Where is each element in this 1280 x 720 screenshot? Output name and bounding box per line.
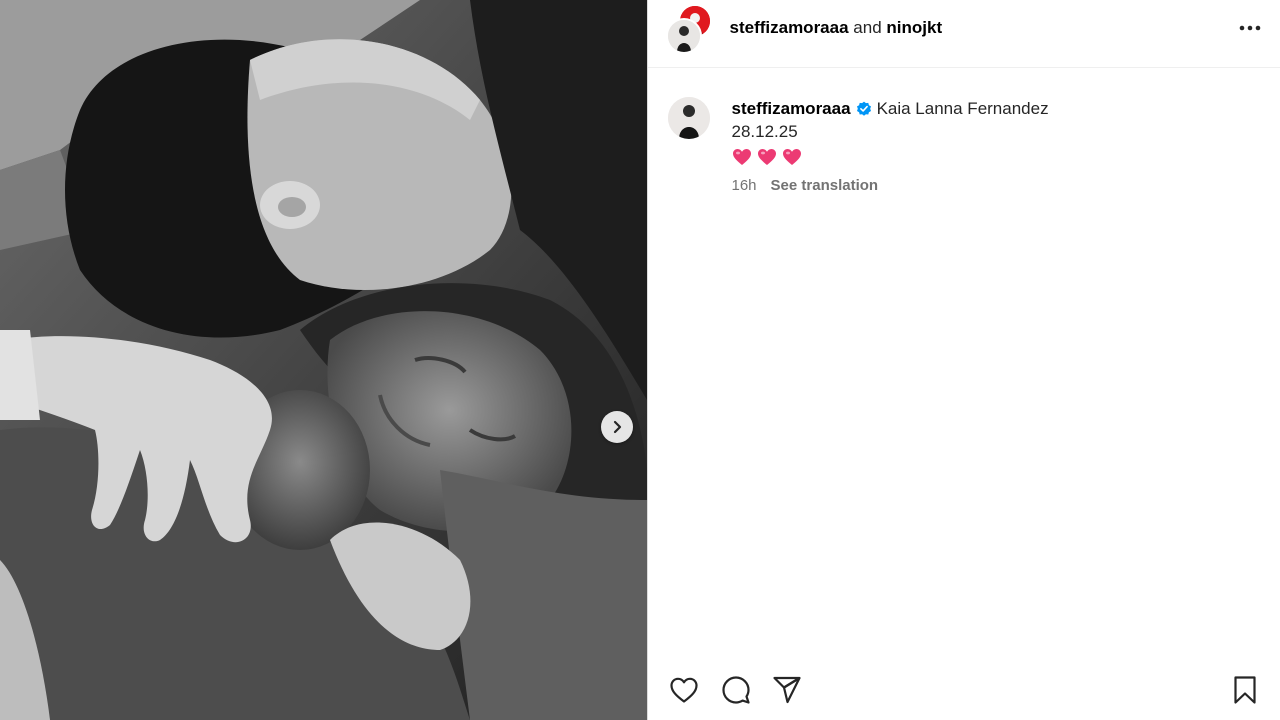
- heart-outline-icon: [669, 677, 698, 703]
- share-icon: [772, 676, 801, 704]
- collab-avatars[interactable]: [665, 6, 712, 54]
- heart-emoji-icon: [732, 149, 751, 165]
- collab-username-1[interactable]: steffizamoraaa: [730, 18, 849, 37]
- avatar-image: [667, 20, 700, 52]
- collab-avatar-1[interactable]: [665, 18, 702, 54]
- collab-username-2[interactable]: ninojkt: [886, 18, 942, 37]
- collab-names: steffizamoraaa and ninojkt: [730, 17, 943, 39]
- bookmark-icon: [1233, 676, 1256, 704]
- caption-emojis: [732, 146, 1252, 168]
- caption-date: 28.12.25: [731, 122, 798, 141]
- and-text: and: [853, 18, 882, 37]
- heart-emoji-icon: [757, 149, 776, 165]
- post-viewer: steffizamoraaa and ninojkt steffizamoraa…: [0, 0, 1280, 720]
- save-button[interactable]: [1229, 674, 1261, 706]
- caption-meta: 16h See translation: [732, 174, 1252, 197]
- caption-body: Kaia Lanna Fernandez: [876, 99, 1049, 118]
- timestamp[interactable]: 16h: [732, 174, 757, 197]
- comment-button[interactable]: [720, 674, 752, 706]
- caption-username[interactable]: steffizamoraaa: [732, 97, 851, 120]
- post-photo: [0, 0, 647, 720]
- avatar-image: [667, 97, 710, 139]
- action-bar: [648, 658, 1280, 720]
- share-button[interactable]: [771, 674, 803, 706]
- caption-text: steffizamoraaa Kaia Lanna Fernandez 28.1…: [732, 97, 1252, 197]
- avatar[interactable]: [667, 97, 710, 139]
- more-options-button[interactable]: [1237, 18, 1263, 38]
- like-button[interactable]: [668, 674, 700, 706]
- post-side-panel: steffizamoraaa and ninojkt steffizamoraa…: [646, 0, 1280, 720]
- heart-emoji-icon: [782, 149, 801, 165]
- chevron-right-icon: [613, 420, 622, 434]
- comment-icon: [721, 676, 750, 704]
- post-header: steffizamoraaa and ninojkt: [647, 0, 1280, 68]
- next-media-button[interactable]: [601, 411, 633, 443]
- see-translation-link[interactable]: See translation: [771, 174, 879, 197]
- verified-badge-icon: [856, 101, 872, 117]
- caption-first-line: steffizamoraaa Kaia Lanna Fernandez: [732, 97, 1252, 120]
- more-horizontal-icon: [1239, 25, 1260, 31]
- post-media[interactable]: [0, 0, 647, 720]
